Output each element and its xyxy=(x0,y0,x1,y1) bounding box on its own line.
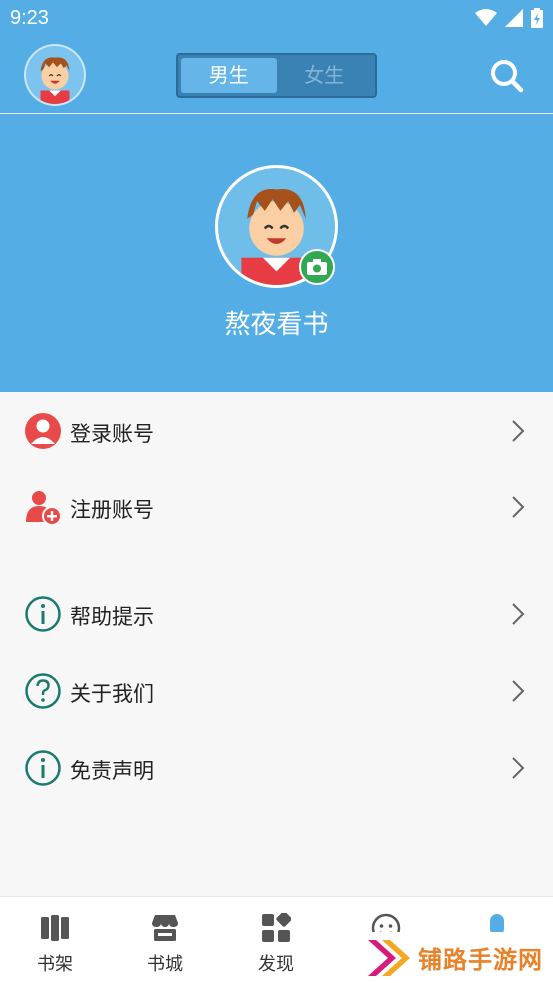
bookstore-icon xyxy=(152,915,178,941)
battery-icon xyxy=(531,8,543,28)
info-icon xyxy=(25,750,61,786)
info-icon xyxy=(25,596,61,632)
chevron-right-icon xyxy=(512,603,525,625)
tab-male[interactable]: 男生 xyxy=(181,58,277,93)
header-avatar[interactable] xyxy=(24,44,86,106)
nav-label: 发现 xyxy=(258,954,294,975)
discover-icon xyxy=(262,913,291,942)
menu-item-register[interactable]: 注册账号 xyxy=(0,470,553,544)
nav-label: 书架 xyxy=(37,954,73,975)
wifi-icon xyxy=(475,9,497,26)
change-avatar-button[interactable] xyxy=(299,249,335,285)
menu-item-disclaimer[interactable]: 免责声明 xyxy=(0,731,553,805)
app-header: 男生 女生 xyxy=(0,38,553,114)
watermark: 铺路手游网 xyxy=(352,932,553,983)
search-button[interactable] xyxy=(489,58,525,94)
chevron-right-icon xyxy=(512,757,525,779)
menu-item-label: 登录账号 xyxy=(70,422,154,446)
nav-item-bookshelf[interactable]: 书架 xyxy=(0,897,110,983)
chevron-right-icon xyxy=(512,420,525,442)
camera-icon xyxy=(307,259,327,275)
menu-item-about[interactable]: 关于我们 xyxy=(0,654,553,728)
signal-icon xyxy=(505,9,523,27)
status-time: 9:23 xyxy=(10,7,49,29)
user-icon xyxy=(25,413,61,449)
question-icon xyxy=(25,673,61,709)
gender-toggle: 男生 女生 xyxy=(176,53,377,98)
menu-item-label: 注册账号 xyxy=(70,498,154,522)
nav-item-discover[interactable]: 发现 xyxy=(221,897,331,983)
watermark-logo-icon xyxy=(368,939,410,976)
profile-name: 熬夜看书 xyxy=(224,310,329,340)
menu-item-login[interactable]: 登录账号 xyxy=(0,394,553,468)
bookshelf-icon xyxy=(41,915,69,941)
nav-label: 书城 xyxy=(147,954,183,975)
status-bar: 9:23 xyxy=(0,0,553,38)
watermark-text: 铺路手游网 xyxy=(418,946,543,974)
search-icon xyxy=(491,60,524,93)
menu-item-label: 帮助提示 xyxy=(70,605,154,629)
tab-female[interactable]: 女生 xyxy=(277,58,373,93)
chevron-right-icon xyxy=(512,496,525,518)
add-user-icon xyxy=(26,491,62,526)
chevron-right-icon xyxy=(512,680,525,702)
cartoon-avatar-icon xyxy=(40,57,70,104)
menu-item-help[interactable]: 帮助提示 xyxy=(0,577,553,651)
status-icons xyxy=(475,8,543,28)
menu-item-label: 免责声明 xyxy=(70,759,154,783)
nav-item-bookstore[interactable]: 书城 xyxy=(110,897,220,983)
menu-item-label: 关于我们 xyxy=(70,682,154,706)
